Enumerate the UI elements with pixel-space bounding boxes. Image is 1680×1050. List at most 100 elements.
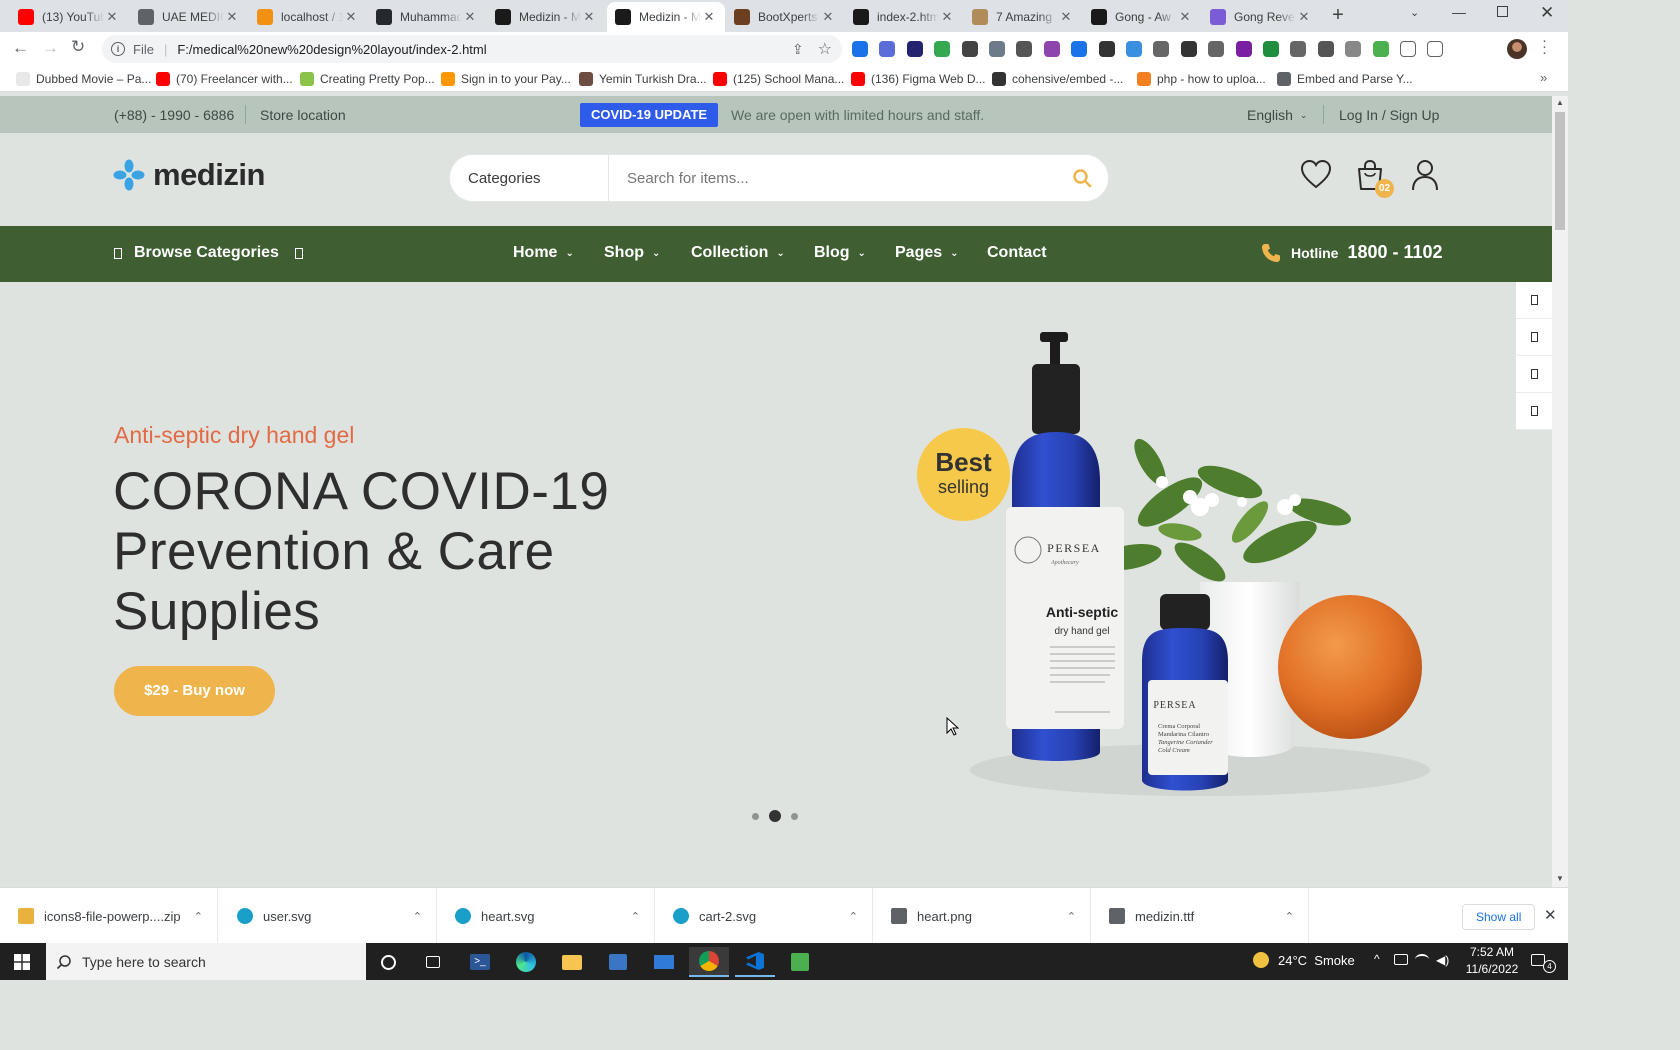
start-button[interactable] [2,947,42,977]
browser-tab[interactable]: index-2.htm ✕ [845,2,963,32]
tab-search-icon[interactable]: ⌄ [1410,6,1419,19]
bookmark-item[interactable]: (125) School Mana... [713,70,844,88]
chevron-up-icon[interactable]: ⌃ [194,910,203,923]
side-panel-icon[interactable] [1427,41,1444,57]
download-item[interactable]: heart.png ⌃ [873,888,1091,944]
nav-item-blog[interactable]: Blog ⌄ [814,244,866,262]
wishlist-heart-icon[interactable] [1300,159,1332,189]
close-tab-icon[interactable]: ✕ [820,9,836,25]
browser-tab[interactable]: Medizin - M ✕ [487,2,605,32]
taskbar-clock[interactable]: 7:52 AM 11/6/2022 [1463,944,1521,978]
bookmark-item[interactable]: Creating Pretty Pop... [300,70,435,88]
language-selector[interactable]: English ⌄ [1247,107,1307,123]
download-item[interactable]: heart.svg ⌃ [437,888,655,944]
scroll-up-arrow[interactable]: ▲ [1556,98,1564,107]
leaf-ext-icon[interactable] [934,41,951,57]
close-tab-icon[interactable]: ✕ [343,9,359,25]
store-location-link[interactable]: Store location [260,107,346,123]
chrome-menu-icon[interactable]: · · · [1542,33,1547,60]
close-tab-icon[interactable]: ✕ [581,9,597,25]
bookmark-item[interactable]: (70) Freelancer with... [156,70,293,88]
categories-dropdown[interactable]: Categories [450,170,608,187]
close-tab-icon[interactable]: ✕ [104,9,120,25]
browser-tab[interactable]: Gong - Aw ✕ [1083,2,1201,32]
triangle-ext-icon[interactable] [1345,41,1362,57]
cortana-button[interactable] [368,947,408,977]
more-bookmarks-icon[interactable]: » [1540,70,1547,85]
nav-item-contact[interactable]: Contact [987,244,1047,262]
browser-tab[interactable]: localhost / 1 ✕ [249,2,367,32]
slider-dot[interactable] [769,810,781,822]
page-scrollbar[interactable]: ▲ ▼ [1552,96,1568,887]
circle-ext-icon[interactable] [1290,41,1307,57]
store-app[interactable] [598,947,638,977]
crop-ext-icon[interactable] [1071,41,1088,57]
json-ext-icon[interactable] [1208,41,1225,57]
chevron-up-icon[interactable]: ⌃ [1067,910,1076,923]
nav-item-collection[interactable]: Collection ⌄ [691,244,785,262]
minimize-button[interactable]: — [1452,4,1466,20]
bookmark-item[interactable]: (136) Figma Web D... [851,70,985,88]
network-icon[interactable] [1394,954,1408,965]
download-item[interactable]: user.svg ⌃ [219,888,437,944]
browser-tab[interactable]: UAE MEDICAL✕ [130,2,248,32]
search-input[interactable] [627,169,1072,187]
weather-widget[interactable]: 24°C Smoke [1253,952,1355,968]
side-tool-button-3[interactable] [1516,356,1552,393]
browser-tab[interactable]: 7 Amazing ✕ [964,2,1082,32]
notion-ext-icon[interactable] [852,41,868,57]
bookmark-item[interactable]: cohensive/embed -... [992,70,1123,88]
browser-tab[interactable]: Gong Rever ✕ [1202,2,1320,32]
chrome-app[interactable] [689,947,729,977]
bookmark-item[interactable]: Yemin Turkish Dra... [579,70,707,88]
close-tab-icon[interactable]: ✕ [1058,9,1074,25]
puzzle-ext-icon[interactable] [961,41,978,57]
browser-tab[interactable]: Muhammad ✕ [368,2,486,32]
hotline[interactable]: Hotline 1800 - 1102 [1261,242,1443,263]
settings-ext-icon[interactable] [1153,41,1170,57]
profile-avatar[interactable] [1507,39,1527,59]
taskbar-search-box[interactable]: Type here to search [46,943,366,980]
browse-categories-button[interactable]: Browse Categories [114,244,303,262]
close-tab-icon[interactable]: ✕ [1296,9,1312,25]
volume-icon[interactable]: ◀) [1436,953,1449,967]
gear-ext-icon[interactable] [879,41,896,57]
download-item[interactable]: icons8-file-powerp....zip ⌃ [0,888,218,944]
camera-ext-icon[interactable] [989,41,1005,57]
notification-center-button[interactable]: 4 [1529,952,1556,973]
file-explorer-app[interactable] [552,947,592,977]
grid-ext-icon[interactable] [1098,41,1115,57]
covid-update-badge[interactable]: COVID-19 UPDATE [580,103,719,127]
nav-item-home[interactable]: Home ⌄ [513,244,574,262]
buy-now-button[interactable]: $29 - Buy now [114,666,275,716]
wifi-icon[interactable] [1415,954,1429,965]
show-all-button[interactable]: Show all [1462,904,1536,930]
pen-ext-icon[interactable] [1016,41,1033,57]
close-tab-icon[interactable]: ✕ [939,9,955,25]
info-icon[interactable]: i [111,42,125,56]
w-ext-icon[interactable] [1235,41,1252,57]
address-bar[interactable]: i File | F:/medical%20new%20design%20lay… [102,35,842,63]
close-tab-icon[interactable]: ✕ [701,9,717,25]
bookmark-item[interactable]: php - how to uploa... [1137,70,1266,88]
phone-number[interactable]: (+88) - 1990 - 6886 [114,107,234,123]
powershell-app[interactable]: >_ [460,947,500,977]
user-account-icon[interactable] [1411,159,1439,191]
download-item[interactable]: medizin.ttf ⌃ [1091,888,1309,944]
side-tool-button-4[interactable] [1516,393,1552,430]
nav-item-shop[interactable]: Shop ⌄ [604,244,660,262]
chevron-up-icon[interactable]: ⌃ [631,910,640,923]
side-tool-button-2[interactable] [1516,319,1552,356]
cart-button[interactable]: 02 [1355,159,1394,198]
browser-tab[interactable]: Medizin - M ✕ [607,2,725,32]
slider-dot[interactable] [752,812,759,820]
browser-tab[interactable]: (13) YouTube✕ [10,2,128,32]
close-tab-icon[interactable]: ✕ [1177,9,1193,25]
login-signup-link[interactable]: Log In / Sign Up [1339,107,1439,123]
reload-button[interactable]: ↻ [71,37,85,57]
download-item[interactable]: cart-2.svg ⌃ [655,888,873,944]
film-ext-icon[interactable] [1180,41,1197,57]
new-tab-button[interactable]: + [1326,4,1350,28]
extensions-puzzle-icon[interactable] [1400,41,1416,57]
edge-app[interactable] [506,947,546,977]
